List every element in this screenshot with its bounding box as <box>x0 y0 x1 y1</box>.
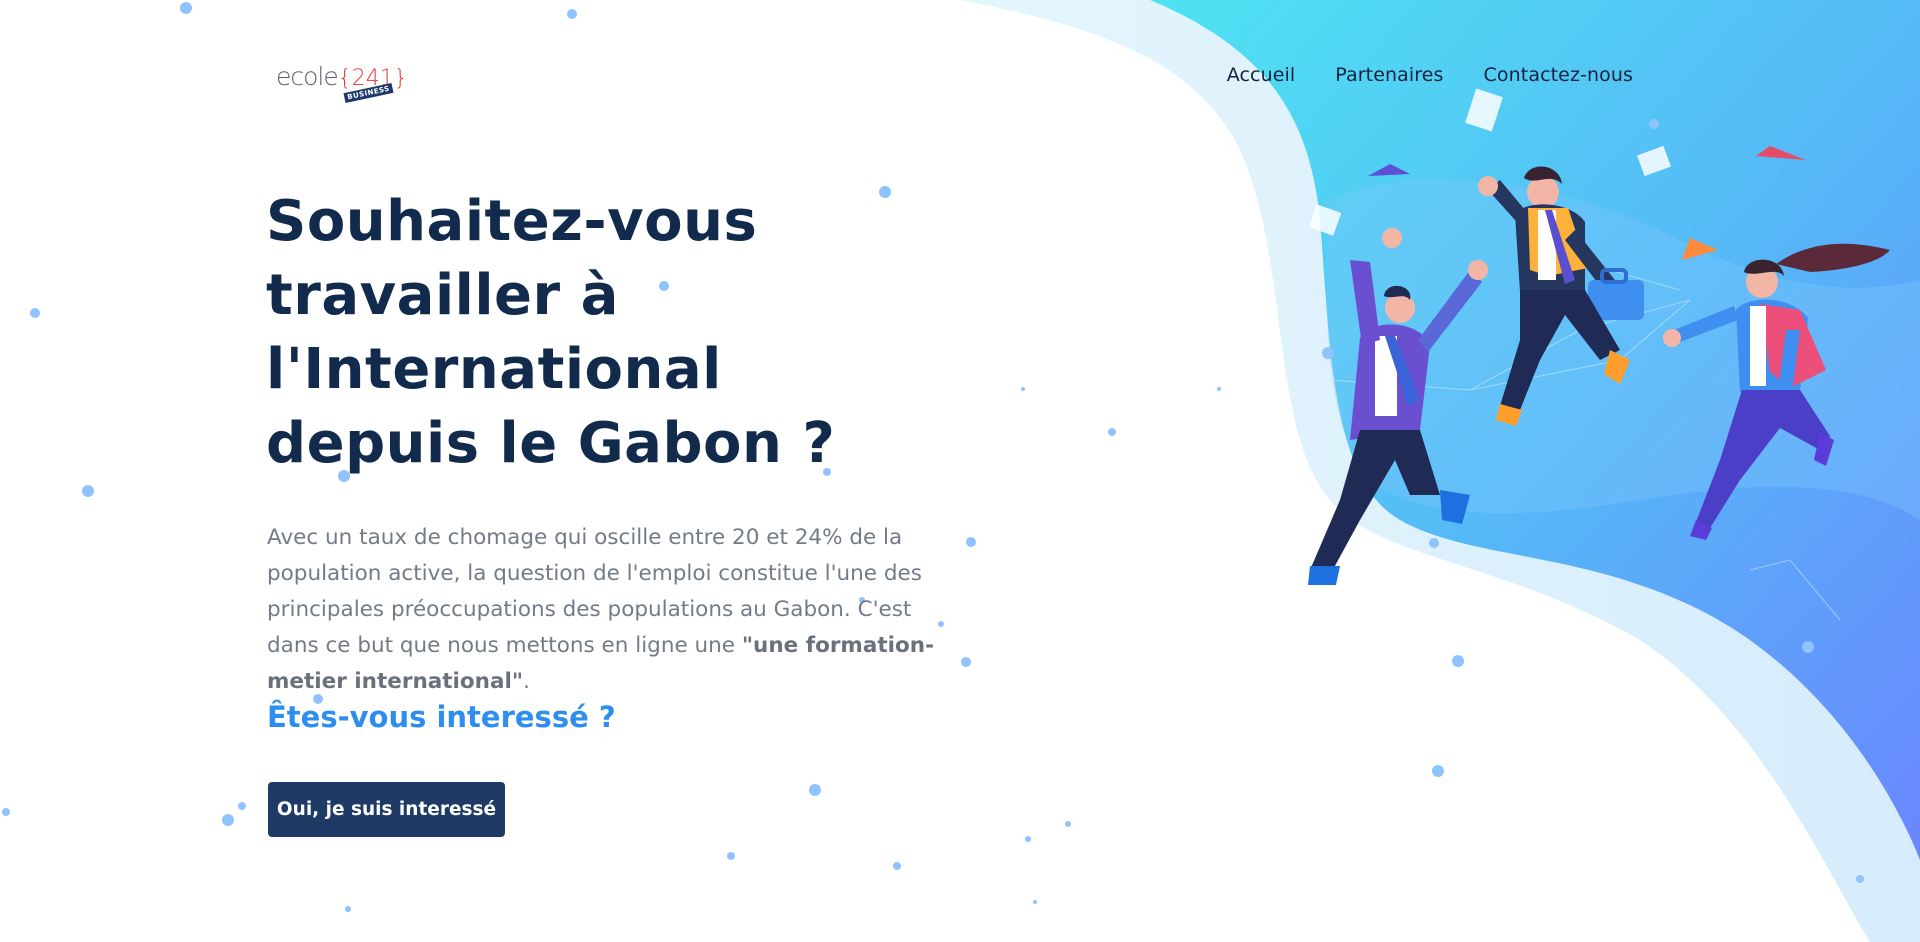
hero-title: Souhaitez-vous travailler à l'Internatio… <box>266 189 836 476</box>
person-center <box>1478 166 1644 426</box>
logo-word: ecole <box>276 62 339 91</box>
landing-page: ecole {241} BUSINESS Accueil Partenaires… <box>0 0 1920 942</box>
hero-description-end: . <box>523 669 530 694</box>
nav-partenaires[interactable]: Partenaires <box>1335 64 1443 86</box>
logo[interactable]: ecole {241} BUSINESS <box>276 62 408 103</box>
hero-description: Avec un taux de chomage qui oscille entr… <box>267 520 957 700</box>
nav-contactez-nous[interactable]: Contactez-nous <box>1484 64 1633 86</box>
interested-button[interactable]: Oui, je suis interessé <box>268 782 505 837</box>
person-right <box>1663 243 1890 540</box>
main-nav: Accueil Partenaires Contactez-nous <box>1227 64 1633 86</box>
person-left <box>1308 228 1488 585</box>
nav-accueil[interactable]: Accueil <box>1227 64 1296 86</box>
hero-question: Êtes-vous interessé ? <box>267 700 616 734</box>
